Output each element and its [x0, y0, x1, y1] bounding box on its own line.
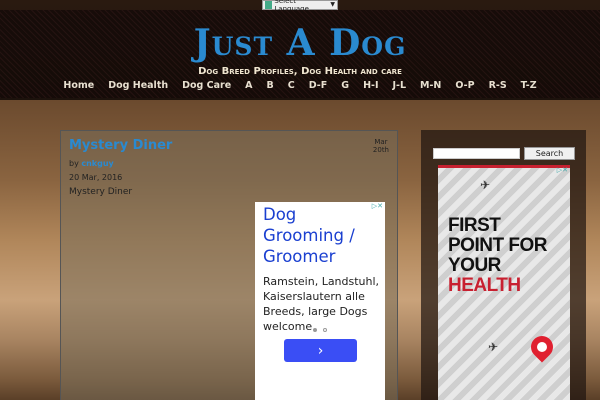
location-pin-icon: [526, 331, 558, 363]
byline-label: by: [69, 159, 79, 168]
airplane-icon: ✈: [480, 178, 491, 192]
ad-headline-line: YOUR: [448, 255, 501, 276]
author-link[interactable]: cnkguy: [81, 159, 113, 168]
nav-item-d-f[interactable]: D-F: [302, 80, 335, 91]
site-tagline: Dog Breed Profiles, Dog Health and care: [198, 66, 402, 77]
post-body: Mystery Diner: [69, 187, 133, 197]
airplane-icon: ✈: [488, 340, 499, 354]
ad-headline-line: POINT FOR: [448, 235, 547, 256]
byline: by cnkguy: [69, 159, 114, 168]
site-title[interactable]: Just A Dog: [0, 22, 600, 64]
date-badge-day: 20th: [372, 146, 389, 154]
nav-item-c[interactable]: C: [281, 80, 302, 91]
chevron-right-icon: ›: [317, 342, 324, 359]
date-badge: Mar 20th: [373, 138, 389, 154]
nav-item-j-l[interactable]: J-L: [386, 80, 414, 91]
nav-item-o-p[interactable]: O-P: [448, 80, 481, 91]
nav-item-t-z[interactable]: T-Z: [514, 80, 544, 91]
sidebar: Search ▷✕ ✈ ✈ FIRST POINT FOR YOUR HEALT…: [421, 130, 586, 400]
post-title[interactable]: Mystery Diner: [69, 138, 172, 153]
language-selector[interactable]: Select Language ▼: [262, 0, 338, 13]
nav-item-g[interactable]: G: [334, 80, 356, 91]
nav-item-dog-health[interactable]: Dog Health: [101, 80, 175, 91]
nav-item-b[interactable]: B: [260, 80, 281, 91]
nav-item-home[interactable]: Home: [56, 80, 101, 91]
nav-item-r-s[interactable]: R-S: [482, 80, 514, 91]
ad-headline-line: FIRST: [448, 215, 501, 236]
ad-pagination: [313, 328, 327, 332]
main-nav: Home Dog Health Dog Care A B C D-F G H-I…: [0, 80, 600, 91]
chevron-down-icon: ▼: [330, 1, 335, 8]
adchoices-icon[interactable]: ▷✕: [557, 166, 568, 174]
ad-headline: FIRST POINT FOR YOUR HEALTH: [448, 216, 566, 296]
nav-item-dog-care[interactable]: Dog Care: [175, 80, 238, 91]
ad-headline-line: HEALTH: [448, 275, 521, 296]
google-translate-icon: [265, 1, 273, 9]
pagination-dot-active[interactable]: [313, 328, 317, 332]
site-header: Just A Dog Dog Breed Profiles, Dog Healt…: [0, 10, 600, 98]
post-date: 20 Mar, 2016: [69, 173, 123, 182]
nav-item-m-n[interactable]: M-N: [413, 80, 448, 91]
ad-next-button[interactable]: ›: [284, 339, 357, 362]
search-button[interactable]: Search: [524, 147, 575, 160]
ad-health[interactable]: ▷✕ ✈ ✈ FIRST POINT FOR YOUR HEALTH: [438, 165, 570, 400]
nav-item-a[interactable]: A: [238, 80, 259, 91]
search-input[interactable]: [433, 148, 520, 159]
ad-text: Ramstein, Landstuhl, Kaiserslautern alle…: [263, 275, 380, 333]
nav-item-h-i[interactable]: H-I: [356, 80, 385, 91]
date-badge-month: Mar: [374, 138, 388, 146]
ad-dog-grooming[interactable]: ▷✕ Dog Grooming / Groomer Ramstein, Land…: [255, 202, 385, 400]
ad-title[interactable]: Dog Grooming / Groomer: [263, 204, 381, 267]
pagination-dot[interactable]: [323, 328, 327, 332]
